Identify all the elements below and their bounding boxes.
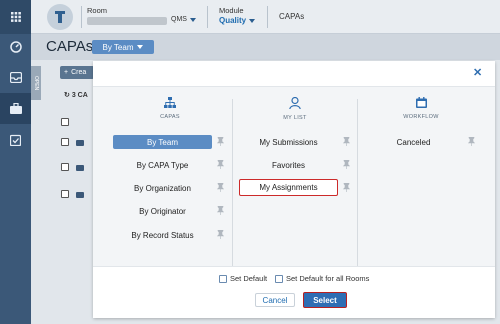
briefcase-icon <box>76 165 84 171</box>
plus-icon: + <box>64 69 69 76</box>
workflow-column-header: WORKFLOW <box>381 97 461 120</box>
cancel-button[interactable]: Cancel <box>255 293 295 307</box>
sitemap-icon <box>164 97 176 108</box>
pin-icon[interactable] <box>217 206 224 215</box>
pin-icon[interactable] <box>343 160 350 169</box>
view-option-by-capa-type[interactable]: By CAPA Type <box>113 158 212 172</box>
modal-header: ✕ <box>93 61 495 87</box>
user-icon <box>289 97 301 109</box>
view-option-by-organization[interactable]: By Organization <box>113 181 212 195</box>
select-all-checkbox[interactable] <box>61 118 69 126</box>
app-logo <box>47 4 73 30</box>
page-title: CAPAs <box>46 38 94 55</box>
pin-icon[interactable] <box>217 137 224 146</box>
refresh-icon[interactable]: ↻ <box>64 92 70 99</box>
module-label: Module <box>219 6 244 15</box>
room-value-suffix: QMS <box>171 16 187 23</box>
column-label: WORKFLOW <box>403 114 439 120</box>
record-count: ↻ 3 CA <box>64 91 88 99</box>
dashboard-icon[interactable] <box>0 31 31 62</box>
record-count-label: 3 CA <box>71 92 88 99</box>
room-name-redacted <box>87 17 167 25</box>
pin-icon[interactable] <box>217 230 224 239</box>
view-selector-button[interactable]: By Team <box>92 40 154 54</box>
chevron-down-icon <box>137 45 144 49</box>
close-icon[interactable]: ✕ <box>473 66 482 79</box>
pin-icon[interactable] <box>217 160 224 169</box>
open-panel-tab[interactable]: OPEN <box>31 66 41 100</box>
my-list-column-header: MY LIST <box>255 97 335 121</box>
select-button[interactable]: Select <box>303 292 347 308</box>
chevron-down-icon <box>189 17 196 22</box>
briefcase-icon[interactable] <box>0 93 31 124</box>
row-checkbox[interactable] <box>61 190 69 198</box>
column-divider <box>357 99 358 269</box>
room-selector[interactable]: QMS <box>171 16 196 23</box>
view-option-my-submissions[interactable]: My Submissions <box>239 135 338 149</box>
pin-icon[interactable] <box>217 183 224 192</box>
view-option-canceled[interactable]: Canceled <box>364 135 463 149</box>
top-bar: Room QMS Module Quality CAPAs <box>31 0 500 34</box>
view-selector-label: By Team <box>102 42 134 52</box>
module-selector[interactable]: Quality <box>219 16 256 25</box>
view-option-by-record-status[interactable]: By Record Status <box>113 228 212 242</box>
column-divider <box>232 99 233 269</box>
pin-icon[interactable] <box>343 183 350 192</box>
inbox-icon[interactable] <box>0 62 31 93</box>
calendar-icon <box>415 97 427 108</box>
set-default-all-rooms-label: Set Default for all Rooms <box>286 274 370 283</box>
pin-icon[interactable] <box>343 137 350 146</box>
divider <box>81 6 82 28</box>
divider <box>267 6 268 28</box>
view-option-my-assignments[interactable]: My Assignments <box>239 179 338 196</box>
view-option-by-team[interactable]: By Team <box>113 135 212 149</box>
left-nav-rail <box>0 0 31 324</box>
row-checkbox[interactable] <box>61 138 69 146</box>
module-value: Quality <box>219 16 247 25</box>
pin-icon[interactable] <box>468 137 475 146</box>
set-default-all-rooms-checkbox[interactable] <box>275 275 283 283</box>
view-option-favorites[interactable]: Favorites <box>239 158 338 172</box>
create-button[interactable]: + Crea <box>60 66 94 79</box>
column-label: CAPAS <box>160 114 180 120</box>
create-label: Crea <box>71 69 87 76</box>
capas-column-header: CAPAS <box>130 97 210 120</box>
chevron-down-icon <box>249 18 256 23</box>
set-default-checkbox[interactable] <box>219 275 227 283</box>
view-picker-modal: ✕ CAPAS MY LIST WORKFLOW By Team By CAPA… <box>93 61 495 318</box>
room-label: Room <box>87 6 108 15</box>
briefcase-icon <box>76 192 84 198</box>
apps-grid-icon[interactable] <box>0 0 31 34</box>
view-option-by-originator[interactable]: By Originator <box>113 204 212 218</box>
divider <box>207 6 208 28</box>
breadcrumb[interactable]: CAPAs <box>279 12 304 21</box>
set-default-label: Set Default <box>230 274 268 283</box>
checklist-icon[interactable] <box>0 124 31 155</box>
column-label: MY LIST <box>283 115 307 121</box>
briefcase-icon <box>76 140 84 146</box>
row-checkbox[interactable] <box>61 163 69 171</box>
